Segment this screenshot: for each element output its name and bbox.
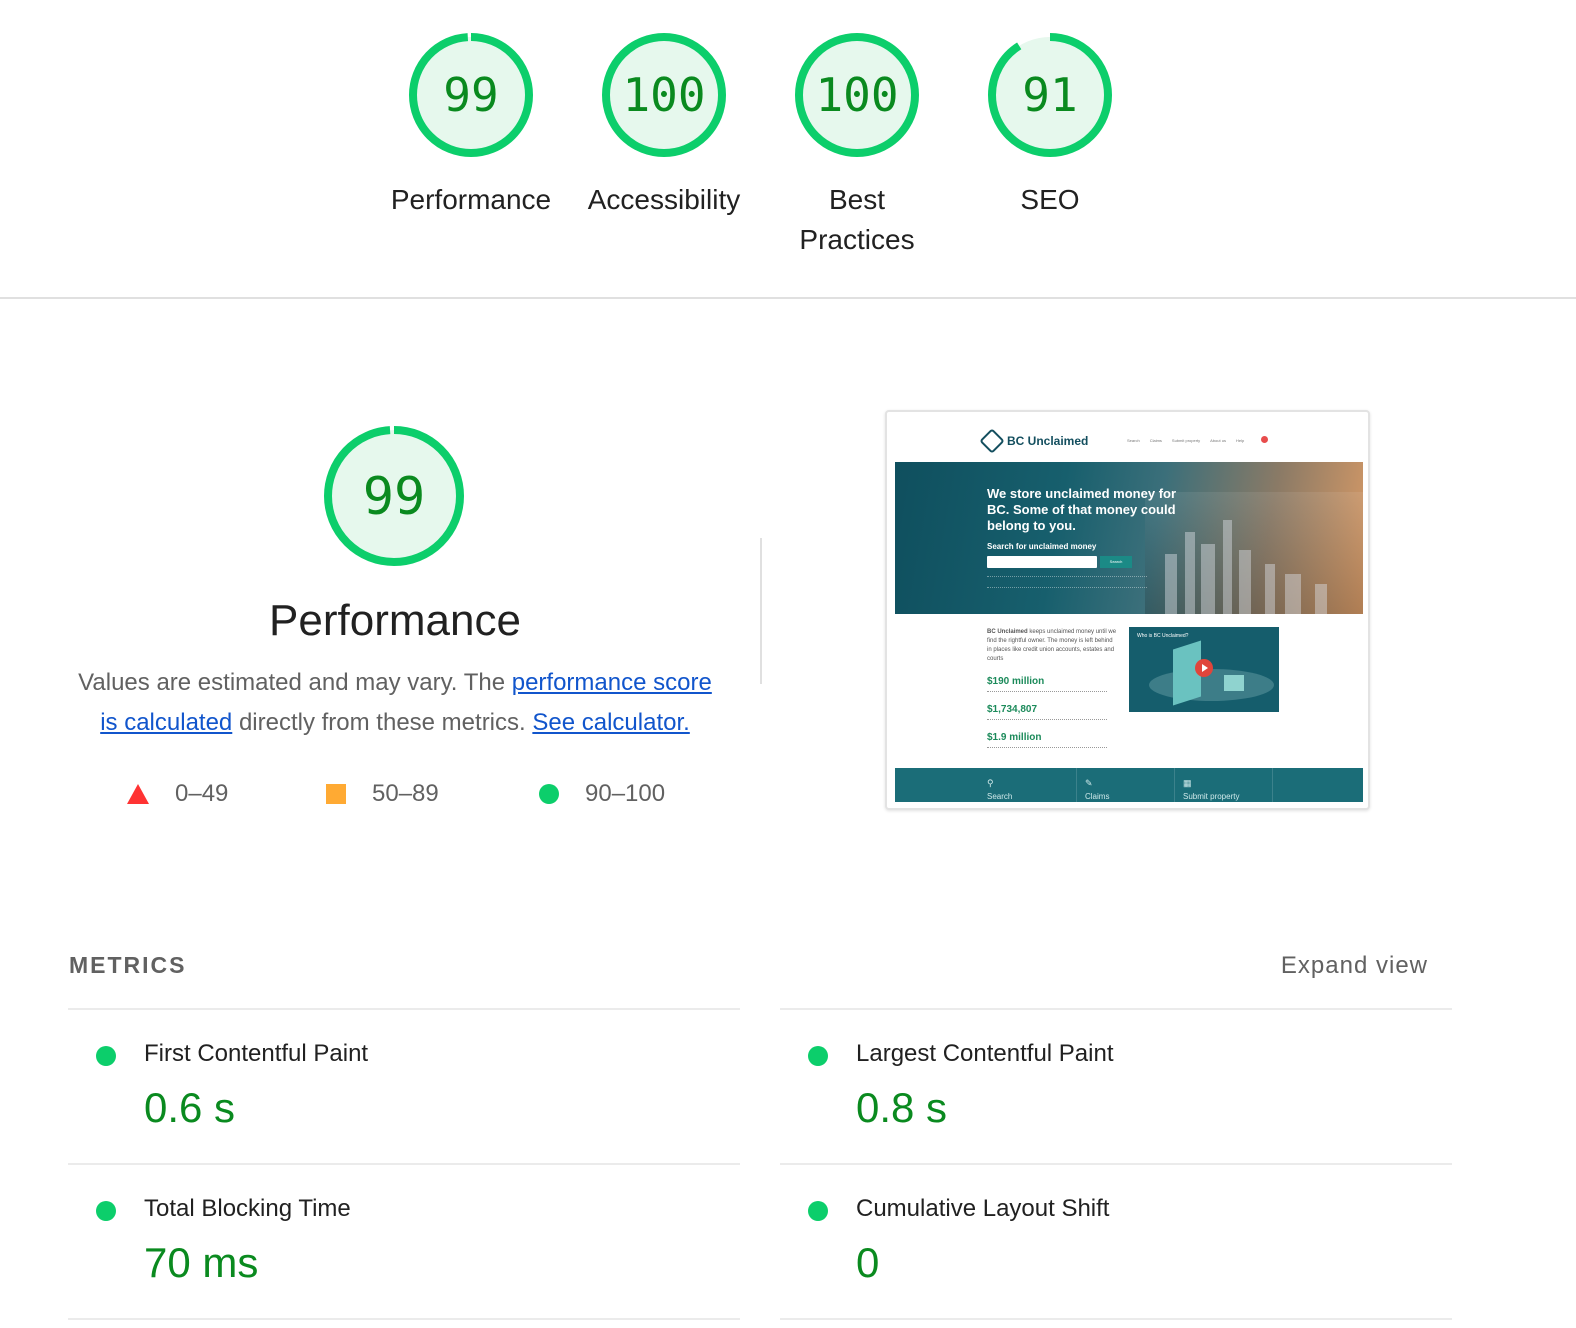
metric-first-contentful-paint: First Contentful Paint 0.6 s xyxy=(68,1010,728,1150)
metric-value: 0 xyxy=(856,1239,880,1286)
expand-view-toggle[interactable]: Expand view xyxy=(1281,952,1428,980)
metric-title: Largest Contentful Paint xyxy=(856,1040,1114,1067)
section-divider xyxy=(760,538,762,684)
performance-main-gauge: 99 xyxy=(324,426,464,566)
site-nav-item: About us xyxy=(1210,438,1226,443)
search-icon: ⚲ xyxy=(987,778,994,788)
user-icon xyxy=(1261,436,1268,443)
site-search-input xyxy=(987,556,1097,568)
metric-value: 0.6 s xyxy=(144,1084,236,1131)
metric-title: Total Blocking Time xyxy=(144,1195,351,1222)
metric-total-blocking-time: Total Blocking Time 70 ms xyxy=(68,1165,728,1305)
site-brand: BC Unclaimed xyxy=(1007,434,1089,448)
best-practices-label: Best Practices xyxy=(799,184,915,255)
site-footer-item: ▦ Submit property xyxy=(1175,768,1273,802)
accessibility-score: 100 xyxy=(622,68,705,122)
legend-pass: 90–100 xyxy=(539,780,665,808)
site-nav-item: Submit property xyxy=(1171,438,1201,443)
description-text-1: Values are estimated and may vary. The xyxy=(78,669,512,696)
site-video-label: Who is BC Unclaimed? xyxy=(1137,633,1189,639)
accessibility-gauge: 100 xyxy=(602,33,726,157)
performance-main-score: 99 xyxy=(363,467,426,527)
site-nav: Search Claims Submit property About us H… xyxy=(1127,438,1244,443)
legend-fail-range: 0–49 xyxy=(175,780,229,807)
performance-heading: Performance xyxy=(269,596,521,645)
square-average-icon xyxy=(326,784,346,804)
logo-mark-icon xyxy=(979,428,1005,454)
legend-fail: 0–49 xyxy=(127,780,228,808)
site-logo: BC Unclaimed xyxy=(979,428,1089,454)
site-nav-item: Search xyxy=(1127,438,1140,443)
final-screenshot[interactable]: BC Unclaimed Search Claims Submit proper… xyxy=(885,410,1370,810)
claims-icon: ✎ xyxy=(1085,778,1093,788)
site-stat-caption xyxy=(987,719,1107,723)
site-search-label: Search for unclaimed money xyxy=(987,542,1097,551)
performance-gauge: 99 xyxy=(409,33,533,157)
site-nav-item: Help xyxy=(1235,438,1245,443)
site-video: Who is BC Unclaimed? xyxy=(1129,627,1279,712)
performance-score: 99 xyxy=(443,68,498,122)
metric-value: 0.8 s xyxy=(856,1084,948,1131)
metric-title: Cumulative Layout Shift xyxy=(856,1195,1110,1222)
site-hero-title: We store unclaimed money for BC. Some of… xyxy=(987,486,1177,533)
seo-label: SEO xyxy=(1020,184,1080,215)
best-practices-score: 100 xyxy=(815,68,898,122)
play-icon xyxy=(1195,659,1213,677)
legend-pass-range: 90–100 xyxy=(585,780,666,807)
seo-gauge: 91 xyxy=(988,33,1112,157)
metric-cumulative-layout-shift: Cumulative Layout Shift 0 xyxy=(780,1165,1440,1305)
metrics-heading: METRICS xyxy=(69,952,187,978)
metric-title: First Contentful Paint xyxy=(144,1040,369,1067)
site-stat-caption xyxy=(987,747,1107,751)
pass-dot-icon xyxy=(808,1201,828,1221)
site-stat-caption xyxy=(987,691,1107,695)
legend-average: 50–89 xyxy=(326,780,439,808)
category-seo[interactable]: 91 SEO xyxy=(950,30,1150,220)
pass-dot-icon xyxy=(808,1046,828,1066)
category-performance[interactable]: 99 Performance xyxy=(371,30,571,220)
metrics-divider xyxy=(780,1318,1452,1320)
site-stat: $190 million xyxy=(987,676,1045,687)
legend-average-range: 50–89 xyxy=(372,780,439,807)
metrics-divider xyxy=(68,1318,740,1320)
site-stat: $1,734,807 xyxy=(987,704,1038,715)
site-intro-brand: BC Unclaimed xyxy=(987,629,1028,635)
site-nav-item: Claims xyxy=(1149,438,1162,443)
category-best-practices[interactable]: 100 Best Practices xyxy=(757,30,957,260)
best-practices-gauge: 100 xyxy=(795,33,919,157)
site-footer-item: ⚲ Search xyxy=(979,768,1077,802)
metric-largest-contentful-paint: Largest Contentful Paint 0.8 s xyxy=(780,1010,1440,1150)
accessibility-label: Accessibility xyxy=(587,184,741,215)
see-calculator-link[interactable]: See calculator. xyxy=(532,709,689,736)
site-search-button: Search xyxy=(1100,556,1132,568)
seo-score: 91 xyxy=(1022,68,1077,122)
site-intro-text: BC Unclaimed keeps unclaimed money until… xyxy=(987,628,1117,664)
category-accessibility[interactable]: 100 Accessibility xyxy=(564,30,764,220)
site-footer-item: ✎ Claims xyxy=(1077,768,1175,802)
triangle-fail-icon xyxy=(127,784,149,804)
site-footer-nav: ⚲ Search ✎ Claims ▦ Submit property xyxy=(895,768,1363,802)
metric-value: 70 ms xyxy=(144,1239,259,1286)
circle-pass-icon xyxy=(539,784,559,804)
performance-label: Performance xyxy=(390,184,552,215)
site-stat: $1.9 million xyxy=(987,732,1042,743)
pass-dot-icon xyxy=(96,1201,116,1221)
description-text-2: directly from these metrics. xyxy=(232,709,533,736)
site-hero-fineprint xyxy=(987,576,1147,588)
building-icon: ▦ xyxy=(1183,778,1192,788)
pass-dot-icon xyxy=(96,1046,116,1066)
performance-description: Values are estimated and may vary. The p… xyxy=(70,663,720,743)
header-divider xyxy=(0,297,1576,299)
site-hero: We store unclaimed money for BC. Some of… xyxy=(895,462,1363,614)
